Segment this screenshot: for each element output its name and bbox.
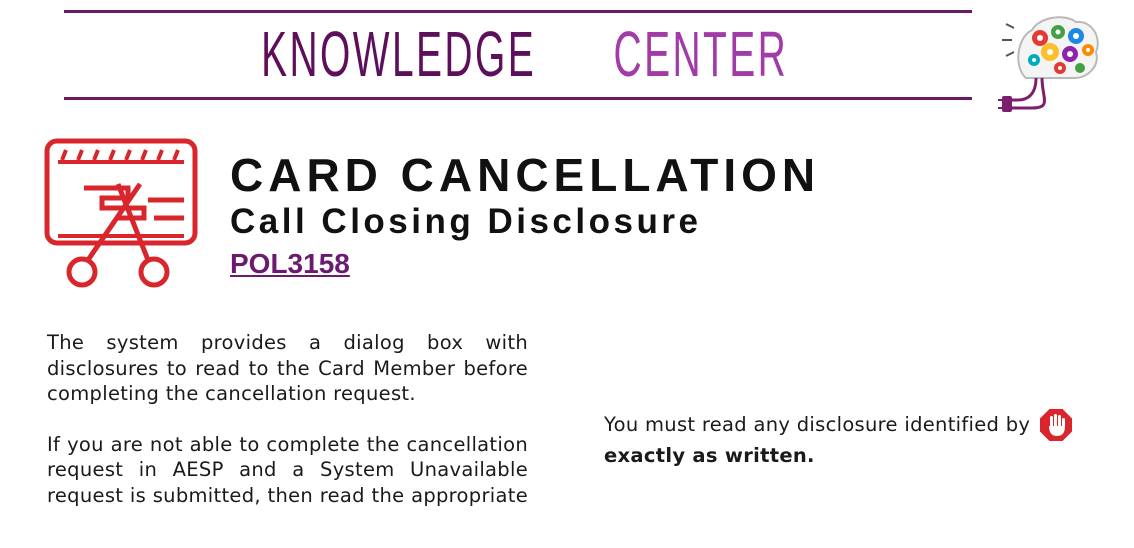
paragraph-system-unavailable-continued: If you are not able to complete the canc…	[604, 330, 1084, 381]
disclosure-emphasis: exactly as written.	[604, 444, 815, 467]
policy-link[interactable]: POL3158	[230, 248, 350, 280]
disclosure-lead-text: You must read any disclosure identified …	[604, 413, 1031, 436]
paragraph-dialog-box: The system provides a dialog box with di…	[47, 331, 528, 405]
text-column-left: The system provides a dialog box with di…	[47, 330, 528, 533]
text-column-right: If you are not able to complete the canc…	[604, 330, 1084, 469]
banner-word-center: CENTER	[613, 18, 789, 90]
page-subtitle: Call Closing Disclosure	[230, 202, 702, 241]
banner-word-knowledge: KNOWLEDGE	[261, 18, 537, 90]
banner-title: KNOWLEDGE CENTER	[64, 14, 972, 94]
brain-gears-icon	[998, 16, 1099, 112]
page-title: CARD CANCELLATION	[230, 149, 821, 201]
banner-top-rule	[64, 10, 972, 13]
card-cut-icon	[44, 138, 198, 288]
paragraph-read-disclosure: You must read any disclosure identified …	[604, 407, 1084, 469]
stop-hand-icon	[1038, 407, 1075, 443]
paragraph-system-unavailable-text: If you are not able to complete the canc…	[47, 432, 528, 507]
banner-bottom-rule	[64, 97, 972, 100]
paragraph-system-unavailable: If you are not able to complete the canc…	[47, 432, 528, 508]
